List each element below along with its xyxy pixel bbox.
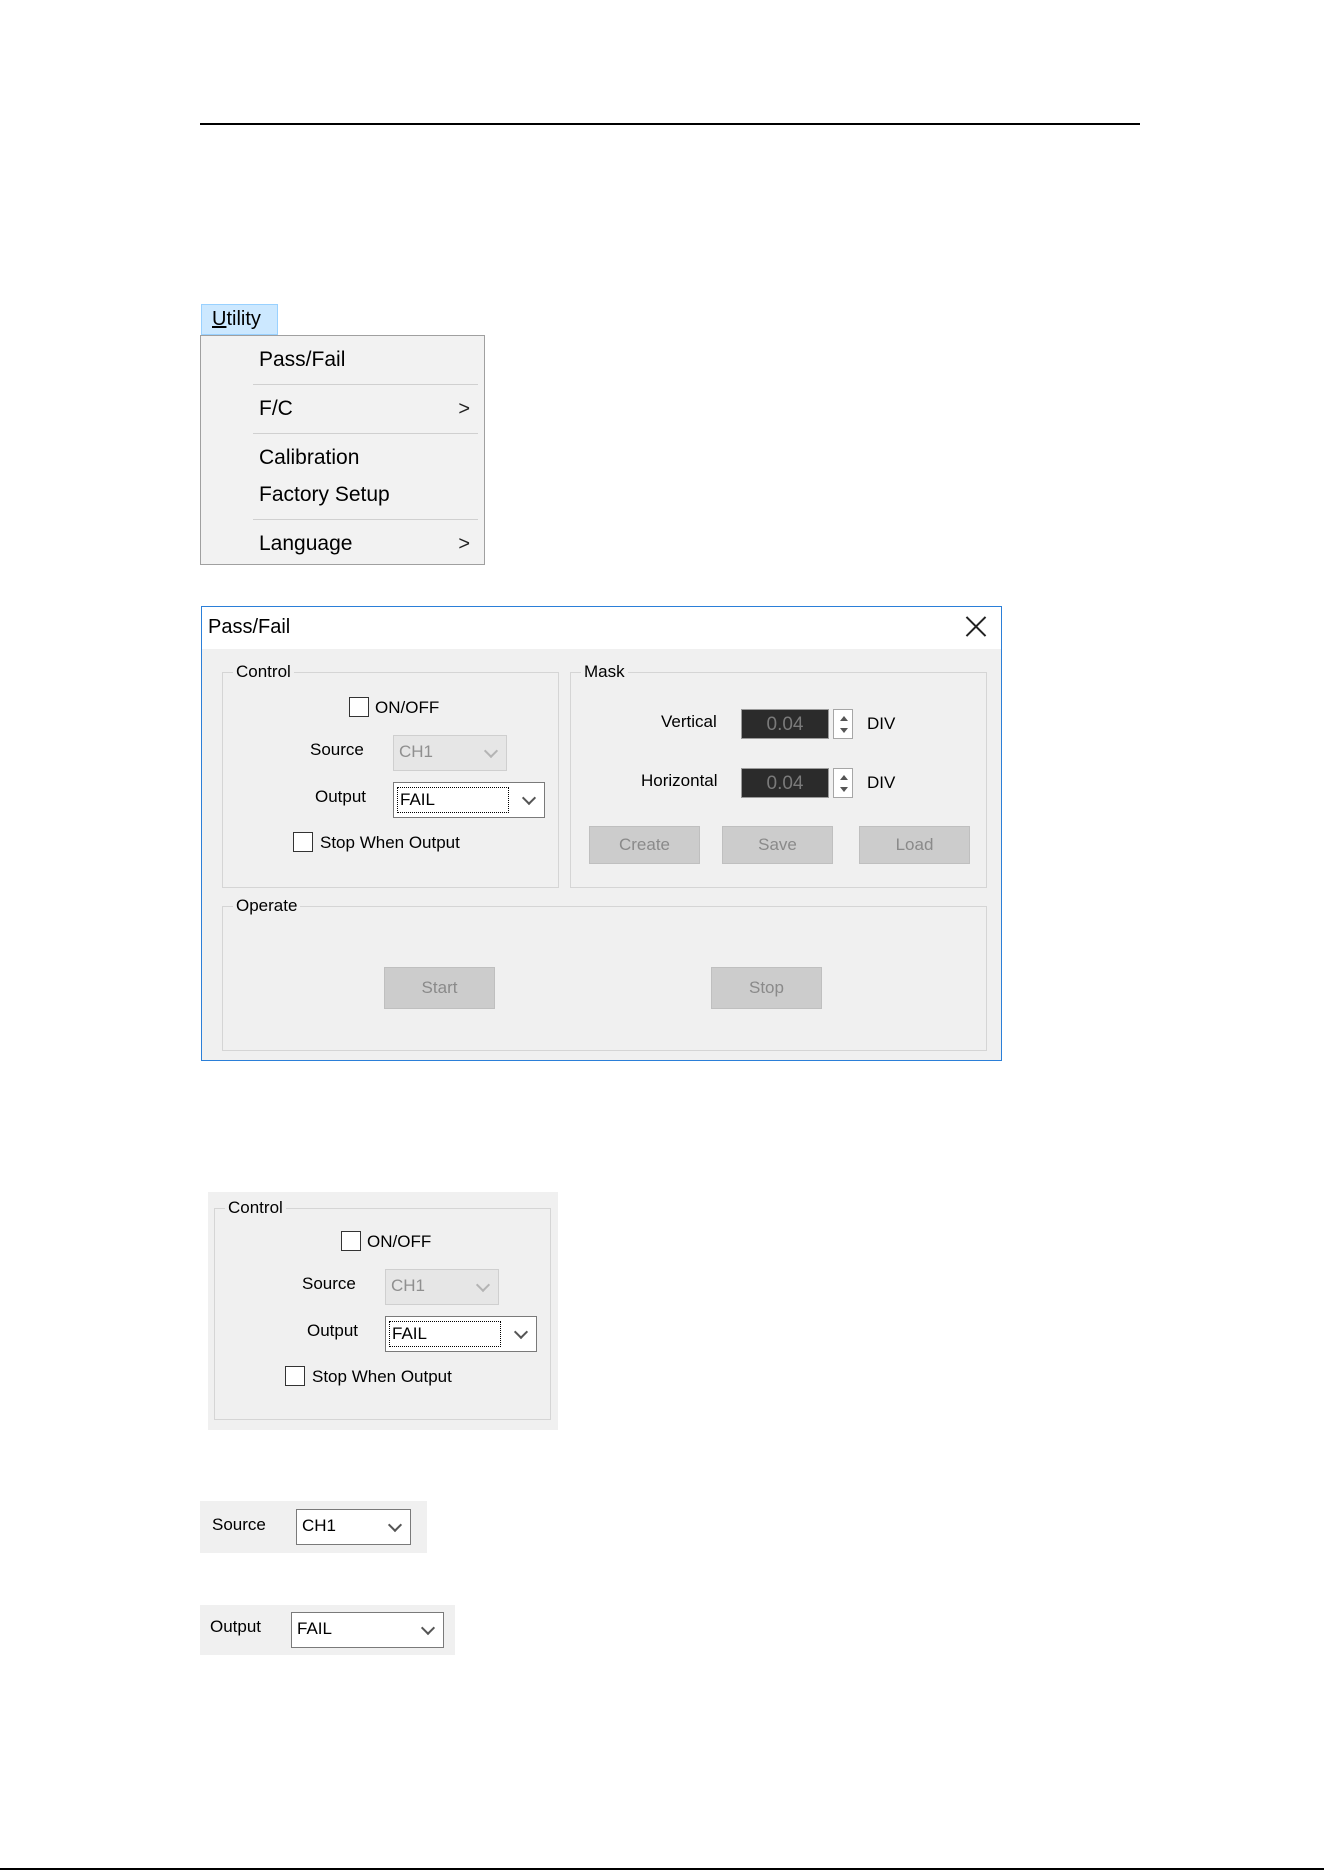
output-select-value: FAIL [397,787,509,813]
operate-group-label: Operate [233,896,301,916]
chevron-down-icon [483,743,499,759]
control-group: Control ON/OFF Source CH1 Output FAIL St… [222,662,559,888]
utility-menu-mnemonic: U [212,308,227,330]
pass-fail-dialog: Pass/Fail Control ON/OFF Source CH1 Outp… [201,606,1002,1061]
source-select[interactable]: CH1 [385,1269,499,1305]
chevron-down-icon [475,1277,491,1293]
menu-item-label: Language [259,532,353,555]
footer-rule [0,1868,1324,1870]
arrow-up-icon [840,775,848,780]
chevron-right-icon: > [458,533,470,555]
dialog-titlebar: Pass/Fail [202,607,1001,649]
source-select-value: CH1 [399,742,434,761]
dialog-title: Pass/Fail [208,616,291,638]
vertical-input[interactable]: 0.04 [741,709,829,739]
chevron-right-icon: > [458,398,470,420]
mask-group-label: Mask [581,662,628,682]
utility-menu-title[interactable]: Utility [201,304,278,335]
menu-item-pass-fail[interactable]: Pass/Fail [259,344,470,376]
horizontal-spinner[interactable] [833,768,853,798]
utility-menu-title-text: tility [226,308,261,330]
onoff-checkbox[interactable] [341,1231,361,1251]
source-select-value: CH1 [302,1516,337,1535]
horizontal-label: Horizontal [641,771,718,790]
chevron-down-icon [513,1324,529,1340]
close-icon[interactable] [965,615,987,637]
stop-when-output-checkbox[interactable] [285,1366,305,1386]
menu-item-factory-setup[interactable]: Factory Setup [259,479,470,511]
output-select[interactable]: FAIL [393,782,545,818]
source-label: Source [212,1515,266,1534]
source-select-value: CH1 [391,1276,426,1295]
control-group: Control ON/OFF Source CH1 Output FAIL St… [214,1198,551,1420]
stop-button[interactable]: Stop [711,967,822,1009]
chevron-down-icon [521,790,537,806]
source-select[interactable]: CH1 [296,1509,411,1545]
chevron-down-icon [387,1517,403,1533]
arrow-down-icon [840,728,848,733]
utility-menu-dropdown: Pass/Fail F/C > Calibration Factory Setu… [200,335,485,565]
menu-item-label: Pass/Fail [259,348,346,371]
output-select[interactable]: FAIL [291,1612,444,1648]
output-select[interactable]: FAIL [385,1316,537,1352]
vertical-label: Vertical [661,712,717,731]
arrow-up-icon [840,716,848,721]
source-select[interactable]: CH1 [393,735,507,771]
stop-when-output-checkbox[interactable] [293,832,313,852]
header-rule [200,123,1140,125]
onoff-label: ON/OFF [375,698,440,717]
control-panel-crop: Control ON/OFF Source CH1 Output FAIL St… [208,1192,558,1430]
menu-item-language[interactable]: Language > [259,528,470,560]
stop-when-output-label: Stop When Output [312,1367,452,1386]
start-button[interactable]: Start [384,967,495,1009]
output-label: Output [315,787,367,806]
save-button[interactable]: Save [722,826,833,864]
output-select-value: FAIL [297,1619,332,1638]
menu-separator [253,519,478,520]
load-button[interactable]: Load [859,826,970,864]
menu-separator [253,384,478,385]
output-label: Output [307,1321,359,1340]
output-select-value: FAIL [389,1321,501,1347]
horizontal-input[interactable]: 0.04 [741,768,829,798]
stop-when-output-label: Stop When Output [320,833,460,852]
vertical-spinner[interactable] [833,709,853,739]
arrow-down-icon [840,787,848,792]
horizontal-unit: DIV [867,773,896,792]
menu-item-label: Calibration [259,446,360,469]
output-select-crop: Output FAIL [200,1605,455,1655]
menu-item-fc[interactable]: F/C > [259,393,470,425]
menu-separator [253,433,478,434]
mask-group: Mask Vertical 0.04 DIV Horizontal 0.04 D… [570,662,987,888]
source-label: Source [310,740,364,759]
control-group-label: Control [233,662,294,682]
onoff-checkbox[interactable] [349,697,369,717]
onoff-label: ON/OFF [367,1232,432,1251]
create-button[interactable]: Create [589,826,700,864]
chevron-down-icon [420,1620,436,1636]
source-label: Source [302,1274,356,1293]
control-group-label: Control [225,1198,286,1218]
menu-item-label: Factory Setup [259,483,390,506]
menu-item-calibration[interactable]: Calibration [259,442,470,474]
menu-item-label: F/C [259,397,293,420]
vertical-unit: DIV [867,714,896,733]
source-select-crop: Source CH1 [200,1501,427,1553]
operate-group: Operate Start Stop [222,896,987,1051]
output-label: Output [210,1617,262,1636]
